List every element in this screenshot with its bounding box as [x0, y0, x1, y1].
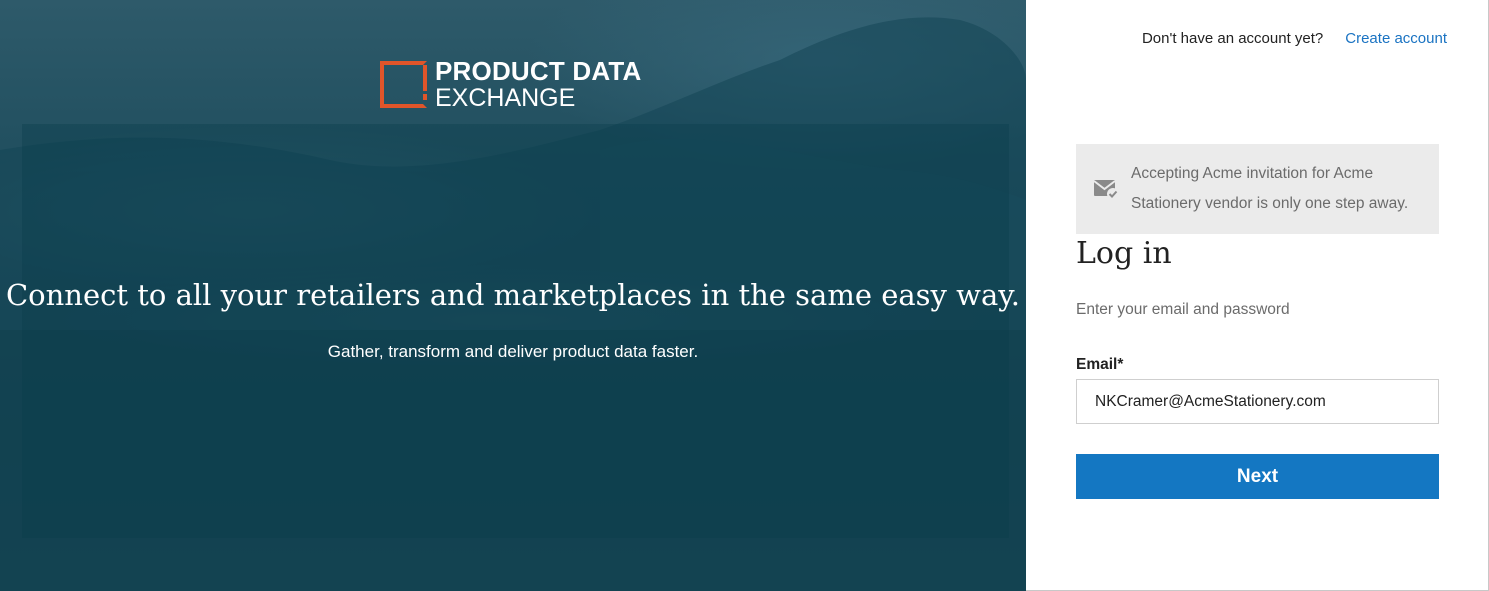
mail-check-icon [1093, 180, 1119, 200]
invitation-notice-text: Accepting Acme invitation for Acme Stati… [1131, 165, 1409, 212]
invitation-notice: Accepting Acme invitation for Acme Stati… [1076, 144, 1439, 234]
hero-headline: Connect to all your retailers and market… [5, 278, 1021, 312]
brand-logo: PRODUCT DATA EXCHANGE [380, 58, 642, 110]
next-button[interactable]: Next [1076, 454, 1439, 499]
hero-overlay [22, 124, 1009, 538]
login-sidebar: Don't have an account yet? Create accoun… [1026, 0, 1489, 591]
hero-subline: Gather, transform and deliver product da… [327, 342, 699, 361]
create-account-link[interactable]: Create account [1345, 30, 1447, 47]
login-subtitle: Enter your email and password [1076, 301, 1290, 318]
login-title: Log in [1076, 236, 1172, 271]
account-prompt-text: Don't have an account yet? [1141, 30, 1324, 47]
logo-mark-icon [380, 60, 427, 108]
logo-line1: PRODUCT DATA [435, 55, 642, 86]
account-prompt: Don't have an account yet? Create accoun… [1142, 30, 1447, 47]
hero-panel: PRODUCT DATA EXCHANGE Connect to all you… [0, 0, 1026, 591]
logo-line2: EXCHANGE [435, 83, 576, 112]
email-field[interactable] [1076, 379, 1439, 424]
email-label: Email* [1076, 356, 1124, 373]
